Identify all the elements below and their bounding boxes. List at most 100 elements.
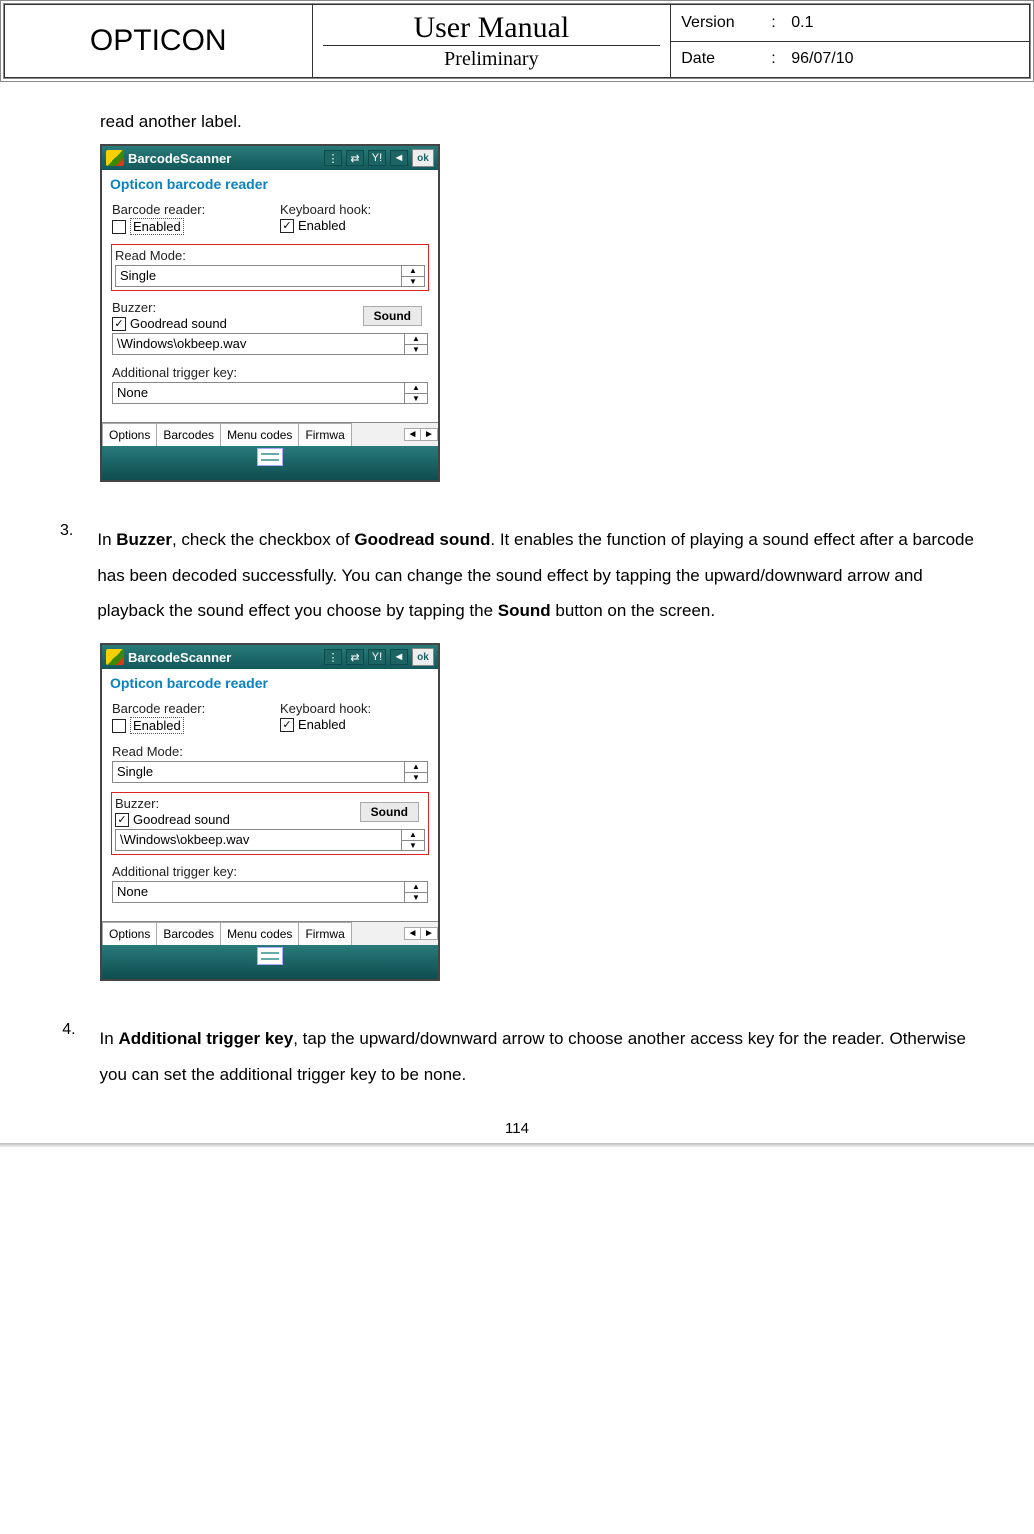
- header-table: OPTICON User Manual Preliminary Version …: [4, 4, 1030, 78]
- keyboard-hook-label: Keyboard hook:: [280, 701, 428, 716]
- tab-menu-codes[interactable]: Menu codes: [221, 423, 299, 446]
- read-mode-label: Read Mode:: [112, 744, 428, 759]
- tab-scroll-arrows[interactable]: ◄►: [404, 428, 438, 441]
- intro-text: read another label.: [100, 112, 974, 132]
- step-3-text: In Buzzer, check the checkbox of Goodrea…: [97, 522, 974, 629]
- buzzer-section: Buzzer: ✓ Goodread sound Sound \Windows\…: [112, 793, 428, 854]
- keyboard-hook-checkbox[interactable]: ✓: [280, 718, 294, 732]
- tab-barcodes[interactable]: Barcodes: [157, 922, 221, 945]
- tab-options[interactable]: Options: [102, 423, 157, 446]
- app-subtitle: Opticon barcode reader: [102, 170, 438, 202]
- start-icon[interactable]: [106, 649, 124, 665]
- read-mode-field[interactable]: Single ▲▼: [112, 761, 428, 783]
- window-titlebar: BarcodeScanner ⋮ ⇄ Y! ◄ ok: [102, 146, 438, 170]
- read-mode-field[interactable]: Single ▲▼: [115, 265, 425, 287]
- keyboard-hook-label: Keyboard hook:: [280, 202, 428, 217]
- additional-trigger-label: Additional trigger key:: [112, 365, 428, 380]
- screenshot-2: BarcodeScanner ⋮ ⇄ Y! ◄ ok Opticon barco…: [100, 643, 440, 981]
- buzzer-label: Buzzer:: [115, 796, 230, 811]
- bottom-shadow: [0, 1143, 1034, 1147]
- buzzer-section: Buzzer: ✓ Goodread sound Sound \Windows\…: [112, 300, 428, 355]
- goodread-checkbox[interactable]: ✓: [112, 317, 126, 331]
- barcode-reader-label: Barcode reader:: [112, 701, 260, 716]
- bottom-bar: [102, 945, 438, 979]
- sound-path-field[interactable]: \Windows\okbeep.wav ▲▼: [115, 829, 425, 851]
- read-mode-spinner[interactable]: ▲▼: [402, 266, 424, 286]
- goodread-checkbox[interactable]: ✓: [115, 813, 129, 827]
- barcode-reader-enabled-text: Enabled: [130, 717, 184, 734]
- version-value: 0.1: [791, 14, 813, 32]
- ok-button[interactable]: ok: [412, 648, 434, 666]
- date-value: 96/07/10: [791, 50, 853, 68]
- read-mode-section: Read Mode: Single ▲▼: [112, 744, 428, 783]
- page-number: 114: [0, 1116, 1034, 1143]
- keyboard-icon[interactable]: [257, 448, 283, 466]
- keyboard-hook-checkbox[interactable]: ✓: [280, 219, 294, 233]
- read-mode-section: Read Mode: Single ▲▼: [112, 245, 428, 290]
- volume-icon[interactable]: ◄: [390, 150, 408, 166]
- sound-button[interactable]: Sound: [360, 802, 419, 822]
- tabs-row: Options Barcodes Menu codes Firmwa ◄►: [102, 422, 438, 446]
- read-mode-spinner[interactable]: ▲▼: [405, 762, 427, 782]
- sound-path-spinner[interactable]: ▲▼: [405, 334, 427, 354]
- additional-trigger-spinner[interactable]: ▲▼: [405, 882, 427, 902]
- app-subtitle: Opticon barcode reader: [102, 669, 438, 701]
- barcode-reader-enabled-text: Enabled: [130, 218, 184, 235]
- signal-icon[interactable]: Y!: [368, 150, 386, 166]
- tabs-row: Options Barcodes Menu codes Firmwa ◄►: [102, 921, 438, 945]
- bottom-bar: [102, 446, 438, 480]
- read-mode-value: Single: [113, 762, 405, 782]
- doc-subtitle: Preliminary: [323, 45, 661, 71]
- barcode-reader-checkbox[interactable]: [112, 719, 126, 733]
- ok-button[interactable]: ok: [412, 149, 434, 167]
- sound-path-spinner[interactable]: ▲▼: [402, 830, 424, 850]
- step-4-text: In Additional trigger key, tap the upwar…: [100, 1021, 974, 1092]
- window-title: BarcodeScanner: [128, 151, 231, 166]
- sound-button[interactable]: Sound: [363, 306, 422, 326]
- buzzer-label: Buzzer:: [112, 300, 227, 315]
- tab-barcodes[interactable]: Barcodes: [157, 423, 221, 446]
- tab-firmware[interactable]: Firmwa: [299, 922, 351, 945]
- additional-trigger-section: Additional trigger key: None ▲▼: [112, 365, 428, 404]
- keyboard-hook-enabled-text: Enabled: [298, 218, 346, 233]
- sound-path-field[interactable]: \Windows\okbeep.wav ▲▼: [112, 333, 428, 355]
- additional-trigger-section: Additional trigger key: None ▲▼: [112, 864, 428, 903]
- additional-trigger-value: None: [113, 882, 405, 902]
- window-titlebar: BarcodeScanner ⋮ ⇄ Y! ◄ ok: [102, 645, 438, 669]
- step-4-number: 4.: [60, 1021, 76, 1092]
- keyboard-hook-enabled-text: Enabled: [298, 717, 346, 732]
- volume-icon[interactable]: ◄: [390, 649, 408, 665]
- status-icon-1[interactable]: ⋮: [324, 649, 342, 665]
- tab-firmware[interactable]: Firmwa: [299, 423, 351, 446]
- additional-trigger-spinner[interactable]: ▲▼: [405, 383, 427, 403]
- status-icon-1[interactable]: ⋮: [324, 150, 342, 166]
- step-3-number: 3.: [60, 522, 73, 629]
- barcode-reader-label: Barcode reader:: [112, 202, 260, 217]
- brand-text: OPTICON: [90, 24, 227, 57]
- brand-cell: OPTICON: [5, 5, 313, 78]
- sound-path-value: \Windows\okbeep.wav: [116, 830, 402, 850]
- status-icon-2[interactable]: ⇄: [346, 649, 364, 665]
- version-row: Version : 0.1: [671, 5, 1030, 42]
- title-cell: User Manual Preliminary: [312, 5, 671, 78]
- read-mode-label: Read Mode:: [115, 248, 425, 263]
- goodread-label: Goodread sound: [133, 812, 230, 827]
- status-icon-2[interactable]: ⇄: [346, 150, 364, 166]
- signal-icon[interactable]: Y!: [368, 649, 386, 665]
- additional-trigger-field[interactable]: None ▲▼: [112, 881, 428, 903]
- tab-options[interactable]: Options: [102, 922, 157, 945]
- version-label: Version: [681, 14, 761, 32]
- tab-menu-codes[interactable]: Menu codes: [221, 922, 299, 945]
- screenshot-1: BarcodeScanner ⋮ ⇄ Y! ◄ ok Opticon barco…: [100, 144, 440, 482]
- step-3: 3. In Buzzer, check the checkbox of Good…: [60, 522, 974, 629]
- sound-path-value: \Windows\okbeep.wav: [113, 334, 405, 354]
- goodread-label: Goodread sound: [130, 316, 227, 331]
- date-row: Date : 96/07/10: [671, 41, 1030, 78]
- start-icon[interactable]: [106, 150, 124, 166]
- barcode-reader-checkbox[interactable]: [112, 220, 126, 234]
- additional-trigger-field[interactable]: None ▲▼: [112, 382, 428, 404]
- keyboard-icon[interactable]: [257, 947, 283, 965]
- read-mode-value: Single: [116, 266, 402, 286]
- tab-scroll-arrows[interactable]: ◄►: [404, 927, 438, 940]
- date-label: Date: [681, 50, 761, 68]
